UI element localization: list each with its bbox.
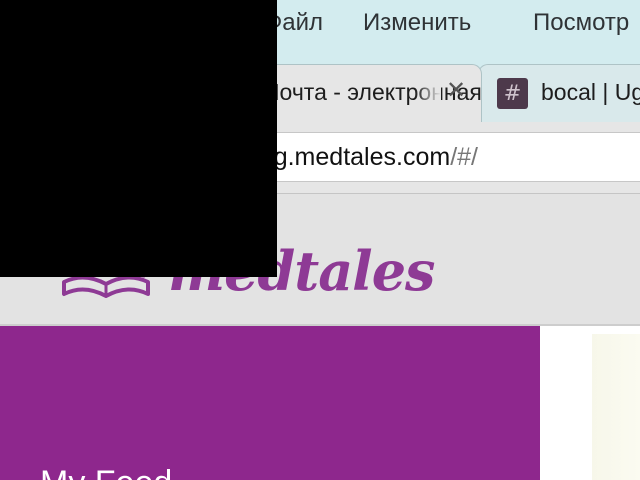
hash-icon: # — [497, 78, 528, 109]
tab-slack[interactable]: # bocal | Ug — [478, 64, 640, 122]
browser-window: Файл Изменить Посмотр Почта - электронна… — [0, 0, 640, 480]
hero-image — [592, 334, 640, 480]
hero-heading: My Feed — [40, 466, 240, 480]
tab-title-fade — [415, 65, 441, 122]
menu-edit[interactable]: Изменить — [363, 7, 471, 39]
menu-view[interactable]: Посмотр — [533, 7, 629, 39]
close-icon[interactable]: ✕ — [443, 75, 469, 107]
hero-banner: My Feed — [0, 326, 540, 480]
hero-side — [540, 326, 640, 480]
tab-title: bocal | Ug — [541, 79, 640, 105]
url-path: /#/ — [450, 143, 478, 171]
hero-heading-text: My Feed — [40, 466, 240, 480]
redaction-block — [0, 0, 277, 277]
